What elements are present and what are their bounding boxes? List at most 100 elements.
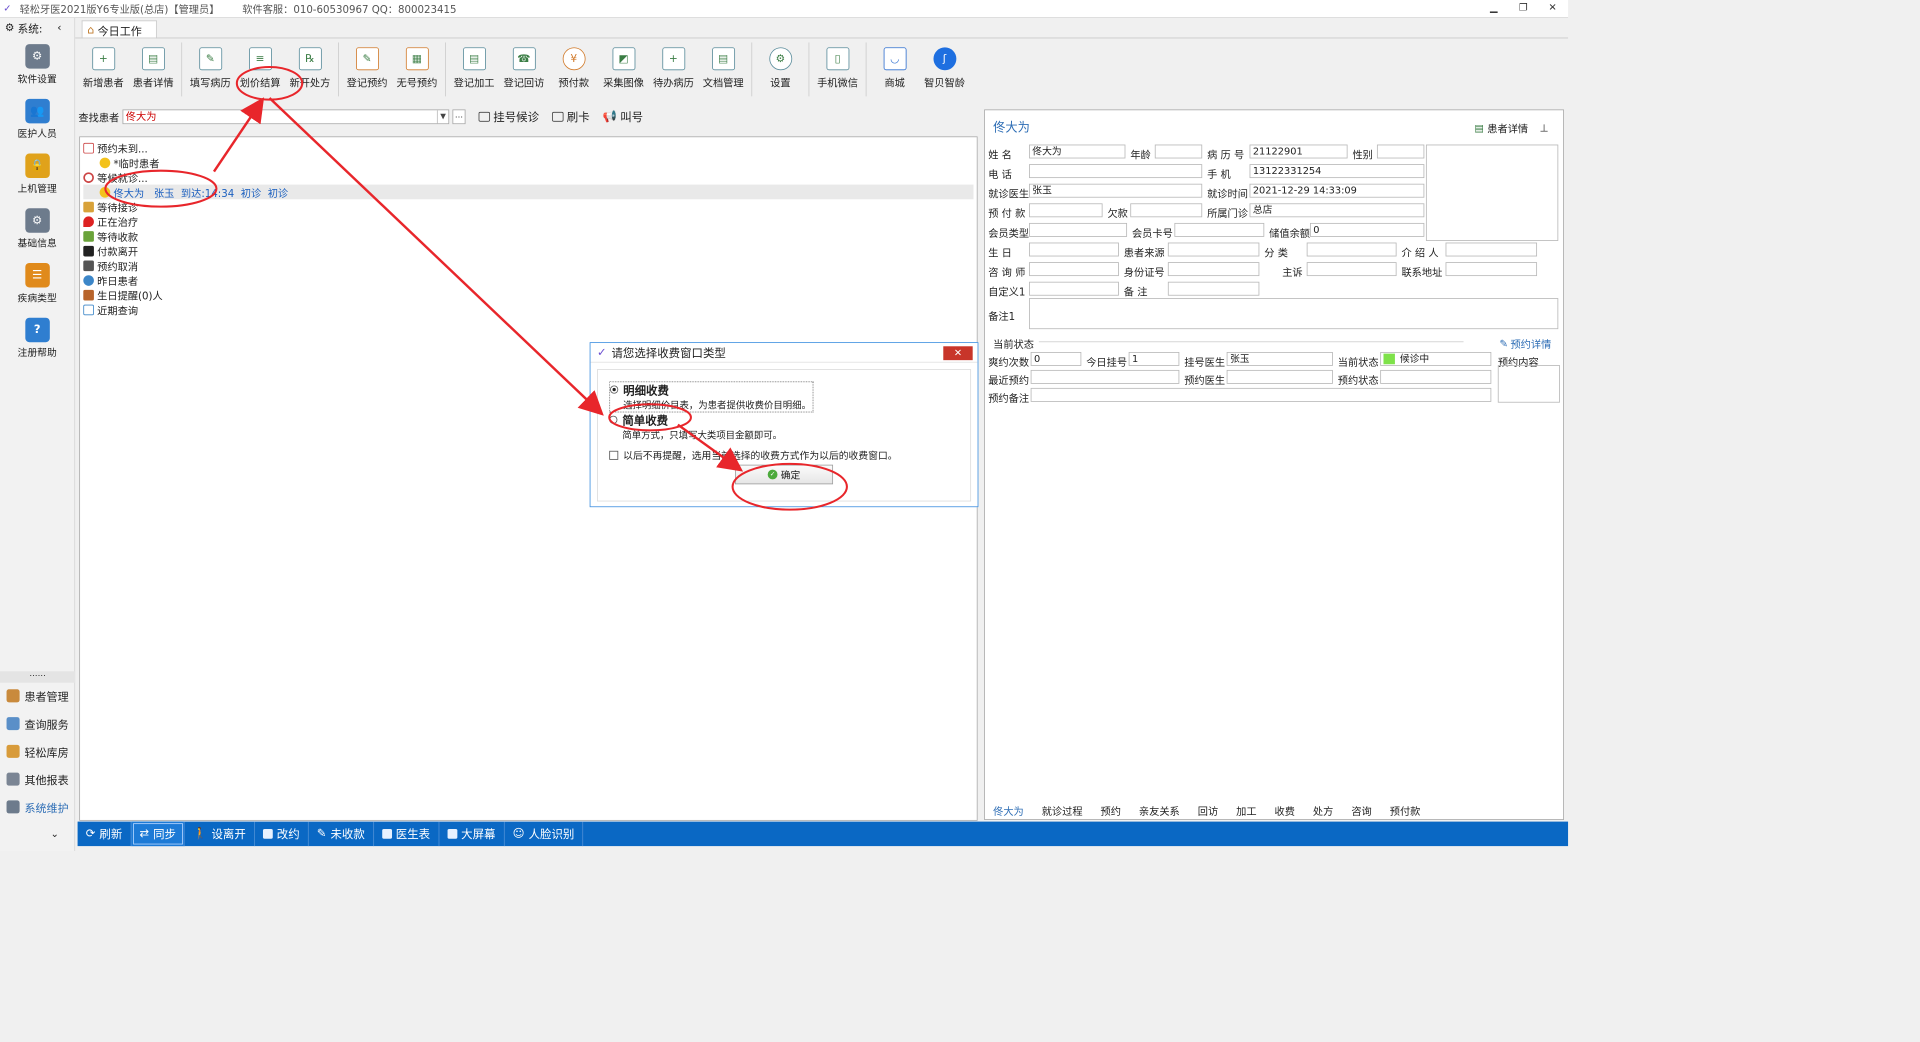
unnumbered-appointment-button[interactable]: ▦ 无号预约 <box>392 42 442 96</box>
tree-node-waiting-payment[interactable]: 等待收款 <box>83 229 973 244</box>
clinic-field[interactable]: 总店 <box>1249 203 1425 218</box>
sidebar-item-basic-info[interactable]: ⚙ 基础信息 <box>0 202 74 257</box>
doctor-field[interactable]: 张玉 <box>1029 183 1203 198</box>
pending-records-button[interactable]: + 待办病历 <box>648 42 698 96</box>
register-appointment-button[interactable]: ✎ 登记预约 <box>342 42 392 96</box>
member-card-field[interactable] <box>1174 222 1265 237</box>
call-number-button[interactable]: 📢 叫号 <box>603 109 643 125</box>
id-no-field[interactable] <box>1167 262 1260 277</box>
patient-detail-button[interactable]: ▤ 患者详情 <box>128 42 178 96</box>
sidebar-item-query-service[interactable]: 查询服务 <box>6 715 69 732</box>
tab-appointment[interactable]: 预约 <box>1101 803 1121 819</box>
prepay-field[interactable] <box>1029 203 1103 218</box>
tab-processing[interactable]: 加工 <box>1236 803 1256 819</box>
register-processing-button[interactable]: ▤ 登记加工 <box>449 42 499 96</box>
simple-charge-option[interactable]: 简单收费 简单方式，只填写大类项目金额即可。 <box>609 412 782 441</box>
tree-node-recent-query[interactable]: 近期查询 <box>83 302 973 317</box>
minimize-icon[interactable]: ▁ <box>1486 2 1501 13</box>
sidebar-item-disease-types[interactable]: ☰ 疾病类型 <box>0 256 74 311</box>
consultant-field[interactable] <box>1029 262 1119 277</box>
set-leave-button[interactable]: 🚶 设离开 <box>185 821 255 847</box>
doctor-table-button[interactable]: 医生表 <box>374 821 440 847</box>
tree-node-in-treatment[interactable]: 正在治疗 <box>83 214 973 229</box>
billing-settlement-button[interactable]: ≡ 划价结算 <box>235 42 285 96</box>
address-field[interactable] <box>1445 262 1538 277</box>
category-field[interactable] <box>1306 242 1397 257</box>
mobile-field[interactable]: 13122331254 <box>1249 164 1425 179</box>
source-field[interactable] <box>1167 242 1260 257</box>
gender-field[interactable] <box>1376 144 1425 159</box>
birthday-field[interactable] <box>1029 242 1119 257</box>
today-reg-field[interactable]: 1 <box>1128 351 1180 366</box>
tree-node-appointment-missing[interactable]: 预约未到... <box>83 140 973 155</box>
appt-doctor-field[interactable] <box>1226 369 1333 384</box>
search-more-button[interactable]: … <box>452 109 466 125</box>
document-management-button[interactable]: ▤ 文档管理 <box>698 42 748 96</box>
zhibei-button[interactable]: ʃ 智贝智龄 <box>920 42 970 96</box>
tab-visit-process[interactable]: 就诊过程 <box>1042 803 1083 819</box>
tree-node-paid-left[interactable]: 付款离开 <box>83 243 973 258</box>
custom1-field[interactable] <box>1029 281 1119 296</box>
appointment-detail-link[interactable]: ✎ 预约详情 <box>1499 336 1551 352</box>
system-header[interactable]: ⚙ 系统: ‹ <box>0 18 74 38</box>
visit-time-field[interactable]: 2021-12-29 14:33:09 <box>1249 183 1425 198</box>
tab-patient-name[interactable]: 佟大为 <box>993 803 1024 819</box>
close-icon[interactable]: ✕ <box>1545 2 1560 13</box>
reschedule-button[interactable]: 改约 <box>255 821 309 847</box>
new-patient-button[interactable]: + 新增患者 <box>78 42 128 96</box>
sidebar-item-login-management[interactable]: 🔒 上机管理 <box>0 147 74 202</box>
mobile-wechat-button[interactable]: ▯ 手机微信 <box>813 42 863 96</box>
sidebar-item-staff[interactable]: 👥 医护人员 <box>0 92 74 147</box>
reg-doctor-field[interactable]: 张玉 <box>1226 351 1333 366</box>
dropdown-arrow-icon[interactable]: ▼ <box>436 110 448 124</box>
remember-choice-checkbox[interactable] <box>609 450 619 460</box>
age-field[interactable] <box>1154 144 1203 159</box>
sidebar-item-software-settings[interactable]: ⚙ 软件设置 <box>0 38 74 93</box>
patient-photo[interactable] <box>1425 144 1559 241</box>
complaint-field[interactable] <box>1306 262 1397 277</box>
patient-search-input[interactable]: 佟大为 ▼ <box>122 109 450 125</box>
remark-field[interactable] <box>1167 281 1260 296</box>
register-followup-button[interactable]: ☎ 登记回访 <box>499 42 549 96</box>
phone-field[interactable] <box>1029 164 1203 179</box>
settings-button[interactable]: ⚙ 设置 <box>755 42 805 96</box>
refresh-button[interactable]: ⟳ 刷新 <box>78 821 132 847</box>
tab-prescription[interactable]: 处方 <box>1313 803 1333 819</box>
appt-status-field[interactable] <box>1380 369 1492 384</box>
introducer-field[interactable] <box>1445 242 1538 257</box>
detailed-charge-option[interactable]: 明细收费 选择明细价目表，为患者提供收费价目明细。 <box>609 381 814 413</box>
queue-button[interactable]: 挂号候诊 <box>478 109 539 125</box>
pin-icon[interactable]: ⊥ <box>1540 122 1549 134</box>
table-row[interactable]: 佟大为 张玉 到达:14:34 初诊 初诊 <box>83 184 974 200</box>
patient-detail-link[interactable]: ▤ 患者详情 ⊥ <box>1474 120 1548 136</box>
dialog-close-button[interactable]: ✕ <box>943 346 973 361</box>
sidebar-item-other-reports[interactable]: 其他报表 <box>6 771 69 787</box>
record-no-field[interactable]: 21122901 <box>1249 144 1348 159</box>
tree-node-yesterday-patients[interactable]: 昨日患者 <box>83 273 973 288</box>
restore-icon[interactable]: ❐ <box>1516 2 1531 13</box>
sidebar-splitter[interactable]: …… <box>0 670 76 683</box>
collapse-chevron-icon[interactable]: ‹ <box>57 22 61 34</box>
tab-relatives[interactable]: 亲友关系 <box>1139 803 1180 819</box>
sidebar-item-warehouse[interactable]: 轻松库房 <box>6 743 69 760</box>
sidebar-item-patient-management[interactable]: 患者管理 <box>6 688 69 704</box>
prepayment-button[interactable]: ¥ 预付款 <box>549 42 599 96</box>
swipe-card-button[interactable]: 刷卡 <box>552 109 590 125</box>
tree-node-waiting[interactable]: 等候就诊... <box>83 170 973 185</box>
remark1-memo[interactable] <box>1029 298 1559 330</box>
radio-detailed-charge[interactable] <box>610 385 619 394</box>
name-field[interactable]: 佟大为 <box>1029 144 1126 159</box>
new-prescription-button[interactable]: ℞ 新开处方 <box>285 42 335 96</box>
mall-button[interactable]: ◡ 商城 <box>870 42 920 96</box>
appt-content-memo[interactable] <box>1497 365 1560 403</box>
tree-node-waiting-reception[interactable]: 等待接诊 <box>83 199 973 214</box>
radio-simple-charge[interactable] <box>609 415 618 424</box>
confirm-button[interactable]: ✓ 确定 <box>735 464 834 485</box>
face-recognition-button[interactable]: ☺ 人脸识别 <box>504 821 584 847</box>
appt-remark-field[interactable] <box>1030 387 1492 402</box>
sidebar-item-register-help[interactable]: ? 注册帮助 <box>0 311 74 366</box>
balance-field[interactable]: 0 <box>1309 222 1425 237</box>
tab-consultation[interactable]: 咨询 <box>1351 803 1371 819</box>
sidebar-item-system-maintenance[interactable]: 系统维护 <box>6 799 69 815</box>
tab-followup[interactable]: 回访 <box>1198 803 1218 819</box>
